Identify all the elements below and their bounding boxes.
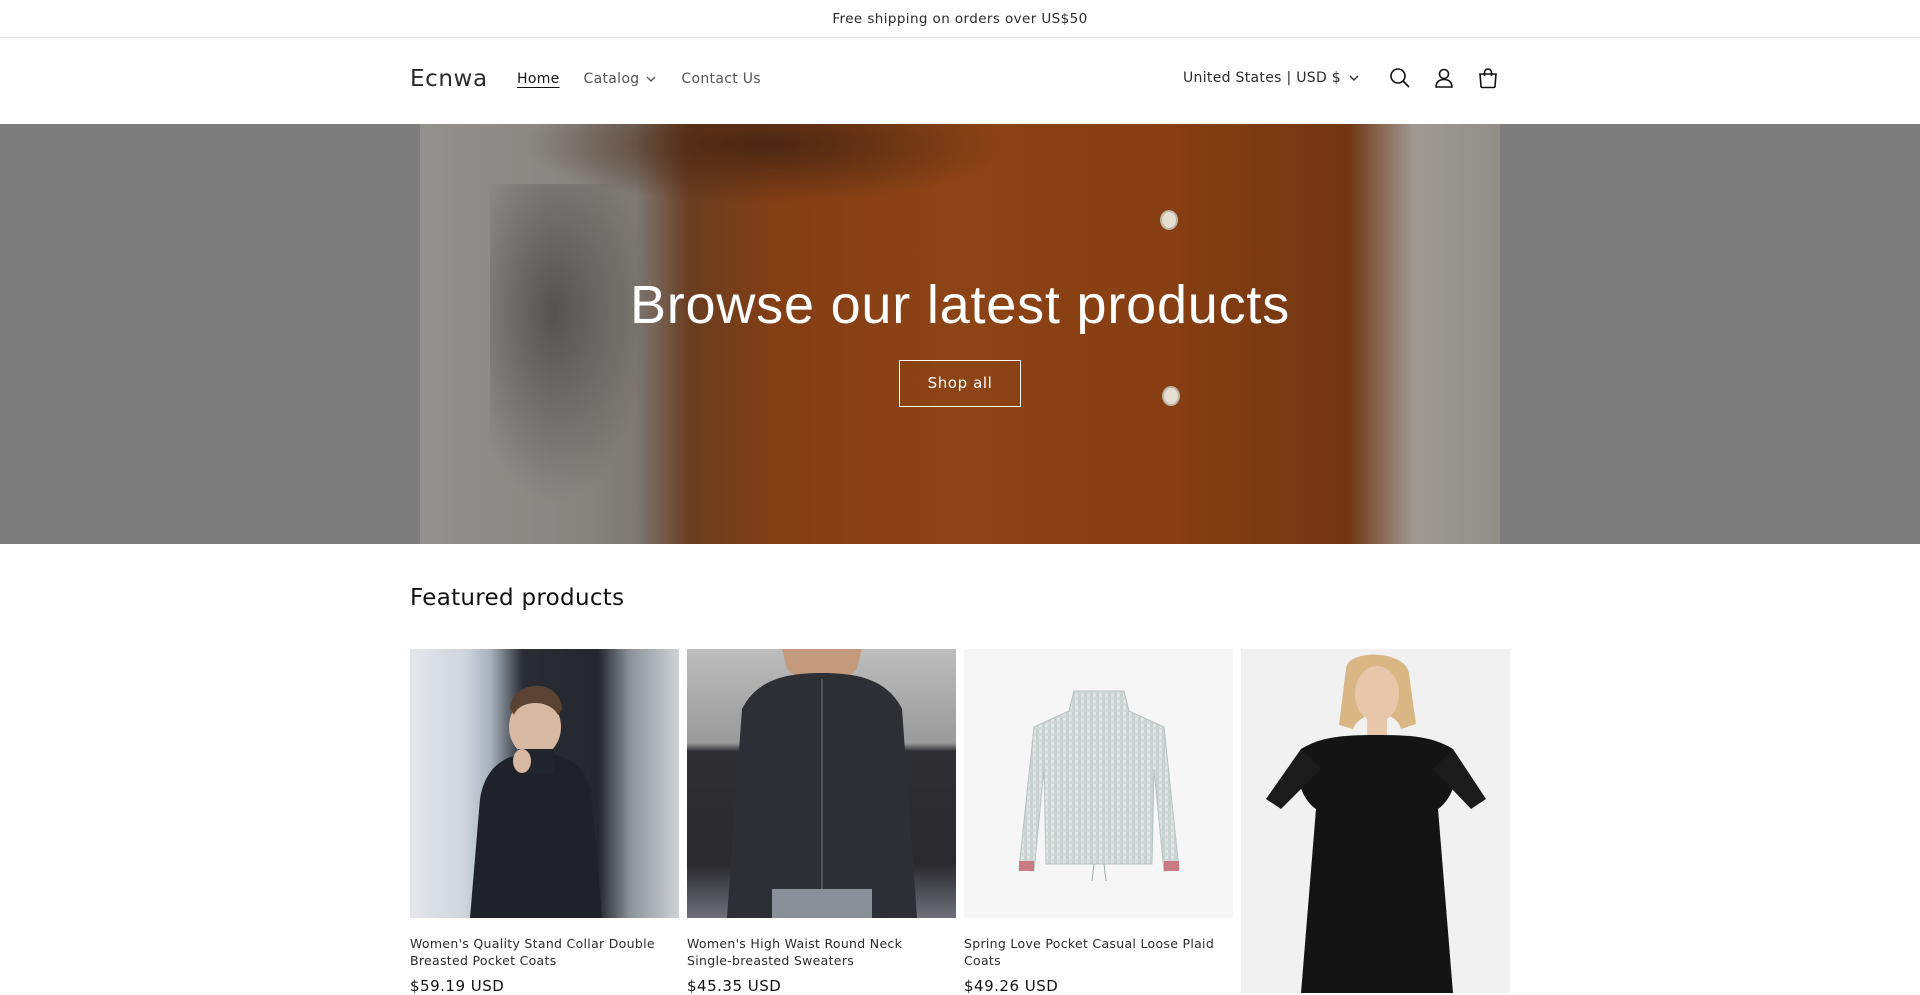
- nav-item-home[interactable]: Home: [517, 71, 560, 87]
- country-selector-label: United States | USD $: [1183, 70, 1341, 86]
- product-image[interactable]: [687, 649, 956, 918]
- chevron-down-icon: [1349, 75, 1359, 81]
- nav-item-contact[interactable]: Contact Us: [681, 71, 760, 87]
- nav-item-label: Home: [517, 71, 560, 87]
- account-icon: [1435, 68, 1453, 88]
- account-button[interactable]: [1422, 56, 1466, 100]
- model-figure: [727, 649, 917, 918]
- product-title[interactable]: Women's Quality Stand Collar Double Brea…: [410, 935, 670, 969]
- header-actions: United States | USD $: [1183, 58, 1510, 98]
- product-price: $45.35 USD: [687, 977, 782, 995]
- hero-content: Browse our latest products Shop all: [0, 124, 1920, 544]
- product-price: $59.19 USD: [410, 977, 505, 995]
- search-button[interactable]: [1378, 56, 1422, 100]
- model-figure: [1266, 654, 1486, 993]
- nav-item-label: Catalog: [583, 71, 640, 87]
- chevron-down-icon: [646, 76, 656, 82]
- cart-button[interactable]: [1466, 56, 1510, 100]
- product-title[interactable]: Women's High Waist Round Neck Single-bre…: [687, 935, 947, 969]
- featured-title: Featured products: [410, 585, 625, 611]
- product-grid: Women's Quality Stand Collar Double Brea…: [410, 649, 1510, 995]
- nav-item-label: Contact Us: [681, 71, 761, 87]
- jacket-figure: [1018, 690, 1180, 882]
- model-figure: [470, 685, 602, 918]
- product-card[interactable]: [1241, 649, 1510, 995]
- shop-all-button[interactable]: Shop all: [899, 359, 1021, 407]
- nav-item-catalog[interactable]: Catalog: [584, 71, 658, 87]
- product-image[interactable]: [964, 649, 1233, 918]
- site-header: Ecnwa Home Catalog Contact Us United Sta…: [0, 38, 1920, 123]
- country-selector[interactable]: United States | USD $: [1183, 70, 1360, 86]
- hero-banner: Browse our latest products Shop all: [0, 124, 1920, 544]
- announcement-bar: Free shipping on orders over US$50: [0, 0, 1920, 38]
- product-card[interactable]: Women's Quality Stand Collar Double Brea…: [410, 649, 679, 995]
- product-title[interactable]: Spring Love Pocket Casual Loose Plaid Co…: [964, 935, 1224, 969]
- hero-title: Browse our latest products: [629, 274, 1291, 335]
- main-nav: Home Catalog Contact Us: [517, 71, 785, 87]
- cart-icon: [1479, 68, 1497, 89]
- announcement-text: Free shipping on orders over US$50: [832, 10, 1088, 27]
- product-price: $49.26 USD: [964, 977, 1059, 995]
- product-card[interactable]: Spring Love Pocket Casual Loose Plaid Co…: [964, 649, 1233, 995]
- store-logo[interactable]: Ecnwa: [410, 66, 488, 92]
- featured-section: Featured products: [410, 585, 1510, 611]
- product-image[interactable]: [410, 649, 679, 918]
- product-card[interactable]: Women's High Waist Round Neck Single-bre…: [687, 649, 956, 995]
- search-icon: [1390, 68, 1410, 88]
- product-image[interactable]: [1241, 649, 1510, 993]
